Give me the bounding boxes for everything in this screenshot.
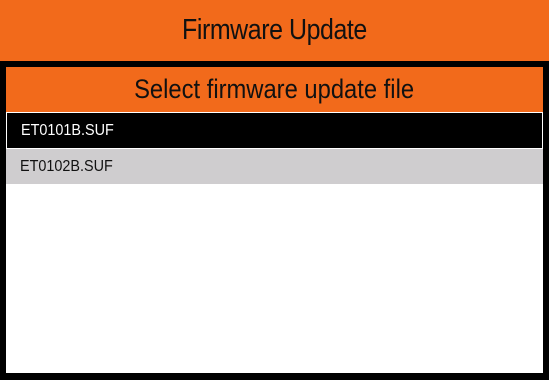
file-list-item[interactable]: ET0102B.SUF [6,149,543,184]
device-screen: Firmware Update Select firmware update f… [0,0,549,380]
file-list-item-selected[interactable]: ET0101B.SUF [6,112,543,149]
file-name: ET0101B.SUF [21,121,114,139]
title-bar: Firmware Update [0,0,549,61]
panel-header: Select firmware update file [6,67,543,112]
file-list: ET0101B.SUF ET0102B.SUF [6,112,543,184]
file-select-panel: Select firmware update file ET0101B.SUF … [6,67,543,373]
screen-title: Firmware Update [182,14,367,46]
file-name: ET0102B.SUF [20,157,113,175]
panel-header-label: Select firmware update file [134,74,415,104]
